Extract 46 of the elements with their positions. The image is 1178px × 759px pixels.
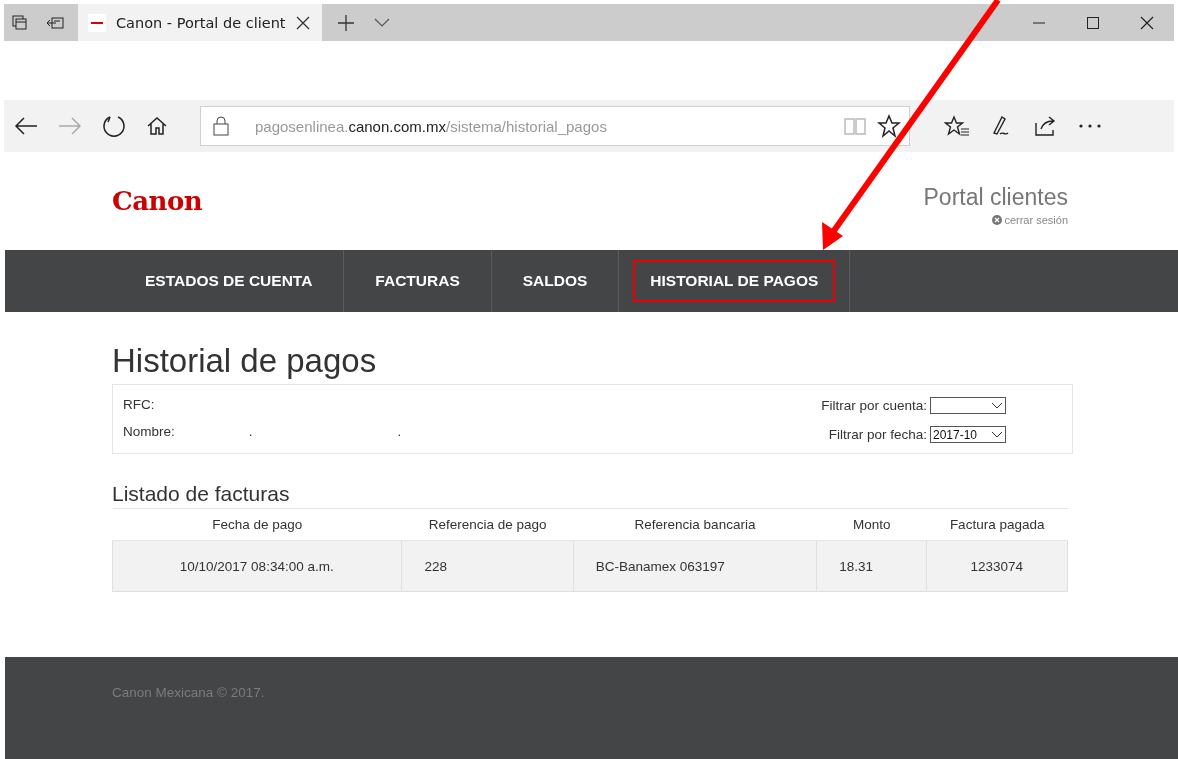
- back-tabs-icon[interactable]: [46, 15, 64, 30]
- filter-label: Filtrar por fecha:: [828, 427, 927, 442]
- portal-title: Portal clientes: [923, 184, 1068, 211]
- nav-item[interactable]: SALDOS: [491, 250, 620, 312]
- close-icon[interactable]: [1140, 15, 1154, 30]
- star-icon[interactable]: [877, 114, 901, 138]
- plus-icon[interactable]: [337, 14, 354, 31]
- chevron-down-icon[interactable]: [373, 17, 390, 28]
- column-header: Factura pagada: [926, 508, 1068, 541]
- favorites-list-icon[interactable]: [944, 115, 970, 137]
- table-cell: 18.31: [816, 540, 927, 592]
- back-arrow-icon[interactable]: [14, 116, 38, 136]
- close-icon[interactable]: [295, 15, 310, 30]
- more-icon[interactable]: [1078, 123, 1102, 129]
- table-cell: 10/10/2017 08:34:00 a.m.: [112, 540, 402, 592]
- column-header: Referencia de pago: [401, 508, 574, 541]
- canon-logo[interactable]: Canon: [112, 186, 203, 216]
- favicon-icon: [88, 13, 106, 32]
- account-dropdown[interactable]: [930, 397, 1006, 414]
- logout-link[interactable]: cerrar sesión: [992, 214, 1068, 226]
- table-cell: 1233074: [926, 540, 1068, 592]
- filter-label: Filtrar por cuenta:: [821, 398, 927, 413]
- nav-item[interactable]: FACTURAS: [344, 250, 492, 312]
- name-value: .: [248, 424, 253, 439]
- section-title: Listado de facturas: [112, 482, 291, 506]
- column-header: Referencia bancaria: [573, 508, 817, 541]
- column-header: Monto: [816, 508, 927, 541]
- table-cell: 228: [401, 540, 574, 592]
- chevron-down-icon: [991, 401, 1003, 410]
- lock-icon: [213, 116, 229, 136]
- home-icon[interactable]: [146, 116, 168, 136]
- name-label: Nombre:: [123, 424, 175, 439]
- refresh-icon[interactable]: [102, 114, 126, 138]
- address-field[interactable]: pagosenlinea.canon.com.mx/sistema/historial_pagos: [200, 106, 910, 146]
- chevron-down-icon: [991, 430, 1003, 439]
- browser-tab[interactable]: Canon - Portal de client: [78, 4, 322, 41]
- rfc-label: RFC:: [123, 397, 156, 412]
- maximize-icon[interactable]: [1086, 15, 1100, 30]
- tabs-aside-icon[interactable]: [12, 14, 28, 31]
- name-value: .: [397, 424, 402, 439]
- date-dropdown[interactable]: 2017-10: [930, 426, 1006, 443]
- nav-item[interactable]: ESTADOS DE CUENTA: [112, 250, 345, 312]
- column-header: Fecha de pago: [112, 508, 402, 541]
- close-circle-icon: [992, 215, 1003, 225]
- page-title: Historial de pagos: [112, 342, 378, 380]
- table-cell: BC-Banamex 063197: [573, 540, 817, 592]
